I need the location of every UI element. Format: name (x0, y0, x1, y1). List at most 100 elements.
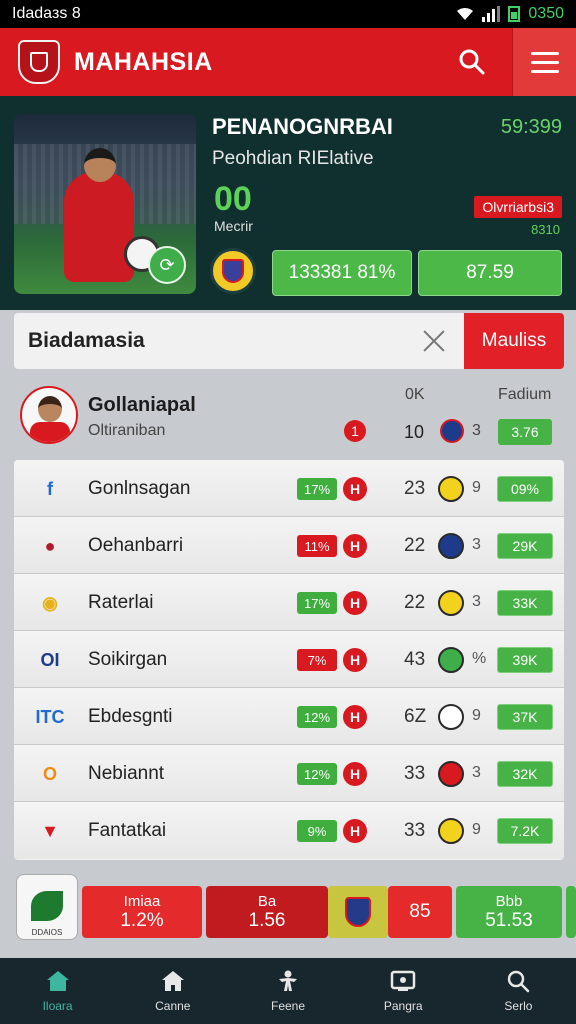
ticker-card[interactable]: Imiaa 1.2% (82, 886, 202, 938)
search-icon (505, 969, 531, 993)
list-item-pill[interactable]: 09% (497, 476, 553, 502)
tab-label: Canne (155, 999, 191, 1013)
list-item-small: 9 (472, 821, 481, 838)
team-logo-icon: OI (40, 649, 60, 670)
team-badge-icon (438, 818, 464, 844)
team-logo-icon: O (42, 763, 57, 784)
list-item-name: Fantatkai (88, 820, 167, 841)
ticker-card-partial[interactable] (566, 886, 576, 938)
ticker-card-value: 85 (409, 901, 431, 922)
search-input[interactable]: Biadamasia (14, 313, 464, 369)
tab-feed[interactable]: Feene (230, 958, 345, 1024)
list-item-percent: 7% (297, 649, 337, 671)
wifi-icon (457, 7, 474, 20)
list-item-percent: 12% (297, 706, 337, 728)
list-item-h-badge: H (343, 534, 367, 558)
player-list: f Gonlnsagan 17% H 23 9 09% ● Oehanbarri 11% H 22 3 2… (14, 460, 564, 860)
list-item[interactable]: f Gonlnsagan 17% H 23 9 09% (14, 460, 564, 517)
list-item-h-badge: H (343, 762, 367, 786)
team-badge-icon (438, 647, 464, 673)
list-item-name: Oehanbarri (88, 535, 184, 556)
search-action-button[interactable]: Mauliss (464, 313, 564, 369)
list-item-number: 6Z (404, 706, 427, 727)
list-item-small: 3 (472, 764, 481, 781)
battery-icon (508, 6, 521, 22)
hero-value-button[interactable]: 87.59 (418, 250, 562, 296)
avatar (20, 386, 78, 444)
list-item[interactable]: OI Soikirgan 7% H 43% 39K (14, 631, 564, 688)
list-item-h-badge: H (343, 705, 367, 729)
hero-score: 00 (214, 180, 252, 218)
list-item-percent: 17% (297, 478, 337, 500)
refresh-icon[interactable]: ⟳ (148, 246, 186, 284)
team-badge-icon (438, 533, 464, 559)
tv-icon (390, 969, 416, 993)
list-item-name: Ebdesgnti (88, 706, 173, 727)
status-right: 0350 (456, 5, 564, 23)
list-item-small: 9 (472, 707, 481, 724)
ticker-card-label: Ba (257, 892, 277, 910)
featured-small: 3 (472, 422, 481, 439)
list-item[interactable]: ● Oehanbarri 11% H 22 3 29K (14, 517, 564, 574)
list-item[interactable]: ◉ Raterlai 17% H 22 3 33K (14, 574, 564, 631)
list-item-percent: 11% (297, 535, 337, 557)
tab-search[interactable]: Serlo (461, 958, 576, 1024)
column-header-2: Fadium (498, 386, 552, 403)
menu-icon (530, 51, 559, 73)
tab-label: Feene (270, 999, 306, 1013)
team-badge-icon (438, 590, 464, 616)
list-item-small: 9 (472, 479, 481, 496)
list-item-number: 23 (404, 478, 426, 499)
list-item-name: Raterlai (88, 592, 154, 613)
status-time: 0350 (528, 5, 564, 22)
list-item-pill[interactable]: 33K (497, 590, 553, 616)
ticker-card[interactable]: 85 (388, 886, 452, 938)
list-item-h-badge: H (343, 591, 367, 615)
list-item-percent: 9% (297, 820, 337, 842)
player-icon (275, 969, 301, 993)
house-icon (160, 969, 186, 993)
list-item-number: 22 (404, 592, 426, 613)
featured-badge: 1 (344, 420, 366, 442)
status-bar: Idadaзs 8 0350 (0, 0, 576, 28)
list-item-pill[interactable]: 37K (497, 704, 553, 730)
menu-button[interactable] (512, 28, 576, 96)
header-search-button[interactable] (440, 28, 504, 96)
team-logo-icon: ◉ (42, 592, 58, 613)
team-badge-icon (438, 476, 464, 502)
ticker-card-value: 1.2% (120, 909, 164, 931)
list-item-pill[interactable]: 29K (497, 533, 553, 559)
ticker-avatar[interactable]: DDAIOS (16, 874, 78, 940)
hero-odds-button[interactable]: 133381 81% (272, 250, 412, 296)
ticker-team-badge[interactable] (328, 886, 388, 938)
team-logo-icon: ● (44, 535, 56, 556)
team-logo-icon: f (47, 478, 53, 499)
list-item-pill[interactable]: 32K (497, 761, 553, 787)
list-item[interactable]: ITC Ebdesgnti 12% H 6Z 9 37K (14, 688, 564, 745)
close-icon[interactable] (420, 327, 448, 355)
tab-games[interactable]: Canne (115, 958, 230, 1024)
list-item-number: 33 (404, 820, 426, 841)
bottom-ticker: DDAIOS Imiaa 1.2% Ba 1.56 85 Bbb 51.53 (0, 868, 576, 954)
list-item-pill[interactable]: 7.2K (497, 818, 553, 844)
list-item-number: 43 (404, 649, 426, 670)
tab-tv[interactable]: Pangra (346, 958, 461, 1024)
ticker-card-value: 51.53 (485, 909, 533, 931)
list-item[interactable]: O Nebiannt 12% H 33 3 32K (14, 745, 564, 802)
list-item-pill[interactable]: 39K (497, 647, 553, 673)
column-header-1: 0K (405, 386, 425, 403)
featured-subtitle: Oltiraniban (88, 422, 166, 439)
featured-pill[interactable]: 3.76 (498, 419, 552, 445)
list-item[interactable]: ▼ Fantatkai 9% H 33 9 7.2K (14, 802, 564, 859)
signal-icon (482, 6, 501, 22)
hero-score-label: Mecrir (214, 218, 253, 234)
hero-banner: ⟳ PENANOGNRBAI 59:399 Peohdian RIElative… (0, 96, 576, 310)
featured-number: 10 (404, 422, 425, 442)
leaf-icon (31, 891, 63, 921)
ticker-card[interactable]: Ba 1.56 (206, 886, 328, 938)
ticker-card-value: 1.56 (248, 909, 286, 931)
hero-player-image[interactable]: ⟳ (14, 114, 196, 294)
ticker-card[interactable]: Bbb 51.53 (456, 886, 562, 938)
tab-home[interactable]: Iloara (0, 958, 115, 1024)
featured-player-row[interactable]: Gollaniapal Oltiraniban 1 0K Fadium 10 3… (0, 372, 576, 456)
